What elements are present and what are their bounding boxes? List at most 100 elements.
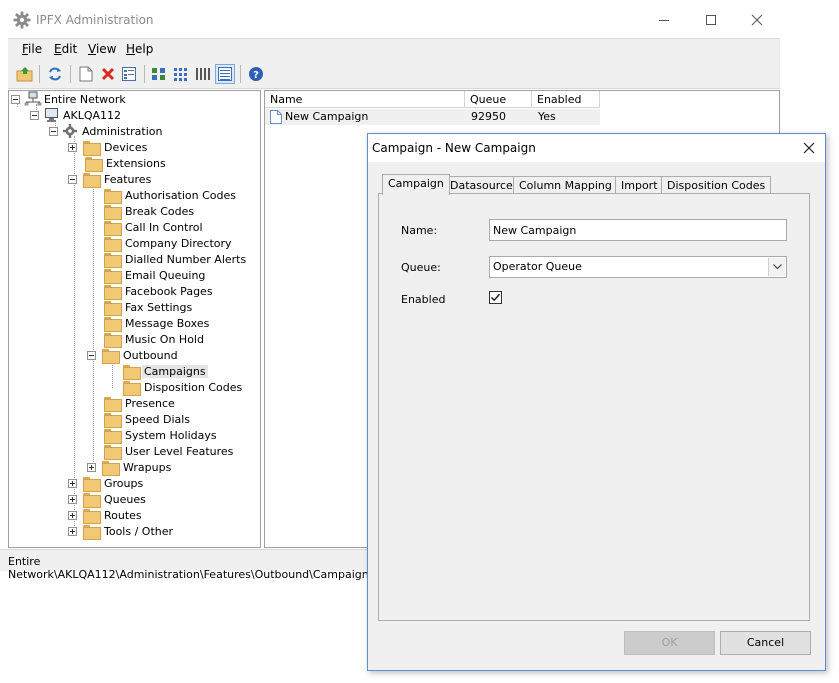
cancel-button[interactable]: Cancel [720,631,811,655]
tree-item-label: Routes [104,508,142,522]
column-header-name[interactable]: Name [265,91,465,108]
queue-selected-value: Operator Queue [493,260,582,273]
delete-icon[interactable] [98,64,118,84]
tree-item-label: Company Directory [125,236,232,250]
open-folder-icon[interactable] [15,64,35,84]
tree-item-label: Presence [125,396,175,410]
tree-item-features[interactable]: Features [68,171,153,188]
folder-icon [104,188,122,204]
tree-item-label: Queues [104,492,146,506]
folder-icon [104,316,122,332]
tree-item-label: System Holidays [125,428,217,442]
cell-enabled: Yes [538,110,556,123]
tree-item-label: Features [104,172,152,186]
tab-disposition-codes[interactable]: Disposition Codes [661,176,772,194]
folder-icon [104,268,122,284]
menu-view[interactable]: View [88,42,116,56]
tree-item-presence[interactable]: Presence [104,395,177,412]
tree-item-administration[interactable]: Administration [49,123,165,139]
tree-item-label: Message Boxes [125,316,210,330]
details-view-icon[interactable] [215,64,235,84]
tree-item-devices[interactable]: Devices [68,139,149,156]
toolbar-separator [70,65,71,83]
tree-item-break-codes[interactable]: Break Codes [104,203,196,220]
tree-item-facebook-pages[interactable]: Facebook Pages [104,283,215,300]
queue-select[interactable]: Operator Queue [489,256,787,278]
minimize-icon[interactable] [656,12,672,28]
help-icon[interactable]: ? [246,64,266,84]
expand-icon[interactable] [68,478,77,488]
small-icons-view-icon[interactable] [171,64,191,84]
navigation-tree[interactable]: Entire Network AKLQA112 Administration D… [8,90,261,548]
tree-item-authorisation-codes[interactable]: Authorisation Codes [104,187,238,204]
tree-item-campaigns[interactable]: Campaigns [123,363,208,380]
collapse-icon[interactable] [30,110,39,120]
collapse-icon[interactable] [68,174,77,184]
close-icon[interactable] [801,140,817,156]
column-header-enabled[interactable]: Enabled [532,91,600,108]
maximize-icon[interactable] [703,12,719,28]
tab-column-mapping[interactable]: Column Mapping [513,176,618,194]
gear-icon [13,11,31,29]
tree-item-dialled-number-alerts[interactable]: Dialled Number Alerts [104,251,248,268]
tree-item-tools-other[interactable]: Tools / Other [68,523,175,540]
computer-icon [43,107,61,123]
expand-icon[interactable] [87,462,96,472]
refresh-icon[interactable] [45,64,65,84]
expand-icon[interactable] [68,526,77,536]
tree-item-disposition-codes[interactable]: Disposition Codes [123,379,244,396]
tree-item-company-directory[interactable]: Company Directory [104,235,234,252]
tree-item-label: Music On Hold [125,332,204,346]
chevron-down-icon[interactable] [768,258,785,276]
tree-item-outbound[interactable]: Outbound [87,347,180,364]
tree-item-extensions[interactable]: Extensions [85,155,168,172]
tree-item-user-level-features[interactable]: User Level Features [104,443,235,460]
close-icon[interactable] [749,12,765,28]
collapse-icon[interactable] [49,126,58,136]
menu-edit[interactable]: Edit [54,42,77,56]
name-field[interactable] [489,219,787,241]
menu-help[interactable]: Help [126,42,153,56]
tree-item-queues[interactable]: Queues [68,491,148,508]
tree-item-system-holidays[interactable]: System Holidays [104,427,219,444]
status-path: Entire Network\AKLQA112\Administration\F… [8,555,375,581]
tree-item-label: User Level Features [125,444,234,458]
tree-item-speed-dials[interactable]: Speed Dials [104,411,192,428]
tree-item-message-boxes[interactable]: Message Boxes [104,315,211,332]
tree-item-call-in-control[interactable]: Call In Control [104,219,205,236]
enabled-checkbox[interactable] [489,291,502,304]
tree-item-server[interactable]: AKLQA112 [30,107,123,123]
expand-icon[interactable] [68,510,77,520]
tree-item-routes[interactable]: Routes [68,507,144,524]
column-header-queue[interactable]: Queue [465,91,532,108]
tree-item-label: Email Queuing [125,268,206,282]
tree-item-fax-settings[interactable]: Fax Settings [104,299,194,316]
folder-icon [83,492,101,508]
ok-button[interactable]: OK [624,631,715,655]
collapse-icon[interactable] [87,350,96,360]
tree-connector [93,184,94,468]
tree-item-label: Entire Network [44,92,126,106]
list-view-icon[interactable] [193,64,213,84]
folder-icon [83,476,101,492]
table-row[interactable]: New Campaign 92950 Yes [265,109,600,125]
status-bar: Entire Network\AKLQA112\Administration\F… [0,549,374,581]
tree-item-email-queuing[interactable]: Email Queuing [104,267,207,284]
expand-icon[interactable] [68,142,77,152]
tab-campaign[interactable]: Campaign [382,174,450,195]
folder-icon [104,412,122,428]
expand-icon[interactable] [68,494,77,504]
tree-item-entire-network[interactable]: Entire Network [11,91,128,107]
collapse-icon[interactable] [11,94,20,104]
tree-item-wrapups[interactable]: Wrapups [87,459,173,476]
tree-item-music-on-hold[interactable]: Music On Hold [104,331,206,348]
tab-import[interactable]: Import [615,176,664,194]
tab-datasource[interactable]: Datasource [444,176,519,194]
folder-icon [104,204,122,220]
tree-item-groups[interactable]: Groups [68,475,145,492]
large-icons-view-icon[interactable] [149,64,169,84]
menu-file[interactable]: File [22,42,42,56]
menu-bar: File Edit View Help [8,38,780,60]
new-document-icon[interactable] [76,64,96,84]
properties-icon[interactable] [119,64,139,84]
